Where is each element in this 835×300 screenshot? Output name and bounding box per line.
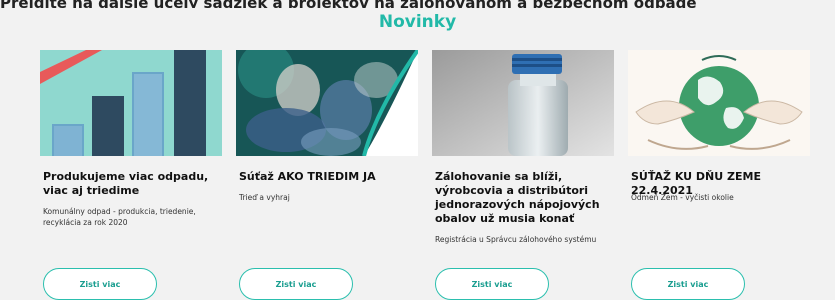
card-title[interactable]: Súťaž AKO TRIEDIM JA xyxy=(239,170,417,184)
photo-people-sorting[interactable] xyxy=(236,50,418,156)
card-title[interactable]: Zálohovanie sa blíži, výrobcovia a distr… xyxy=(435,170,613,226)
read-more-button[interactable]: Zisti viac xyxy=(239,268,353,300)
card-subtitle: Registrácia u Správcu zálohového systému xyxy=(435,235,597,244)
read-more-button[interactable]: Zisti viac xyxy=(43,268,157,300)
cut-off-heading: Prejdite na ďalšie účely sadziek a proje… xyxy=(0,0,835,8)
section-title: Novinky xyxy=(378,12,457,32)
news-card: SÚŤAŽ KU DŇU ZEME 22.4.2021 Odmeň Zem - … xyxy=(628,50,810,300)
earth-hands-illustration[interactable] xyxy=(628,50,810,156)
news-card: Zálohovanie sa blíži, výrobcovia a distr… xyxy=(432,50,614,300)
news-card: Súťaž AKO TRIEDIM JA Trieď a vyhraj Zist… xyxy=(236,50,418,300)
card-title[interactable]: Produkujeme viac odpadu, viac aj triedim… xyxy=(43,170,221,198)
card-subtitle: Trieď a vyhraj xyxy=(239,193,290,202)
card-subtitle: Odmeň Zem - vyčisti okolie xyxy=(631,193,734,202)
bar-chart-illustration[interactable] xyxy=(40,50,222,156)
card-subtitle: Komunálny odpad - produkcia, triedenie, … xyxy=(43,207,196,227)
read-more-button[interactable]: Zisti viac xyxy=(435,268,549,300)
news-card: Produkujeme viac odpadu, viac aj triedim… xyxy=(40,50,222,300)
read-more-button[interactable]: Zisti viac xyxy=(631,268,745,300)
photo-plastic-bottle[interactable] xyxy=(432,50,614,156)
